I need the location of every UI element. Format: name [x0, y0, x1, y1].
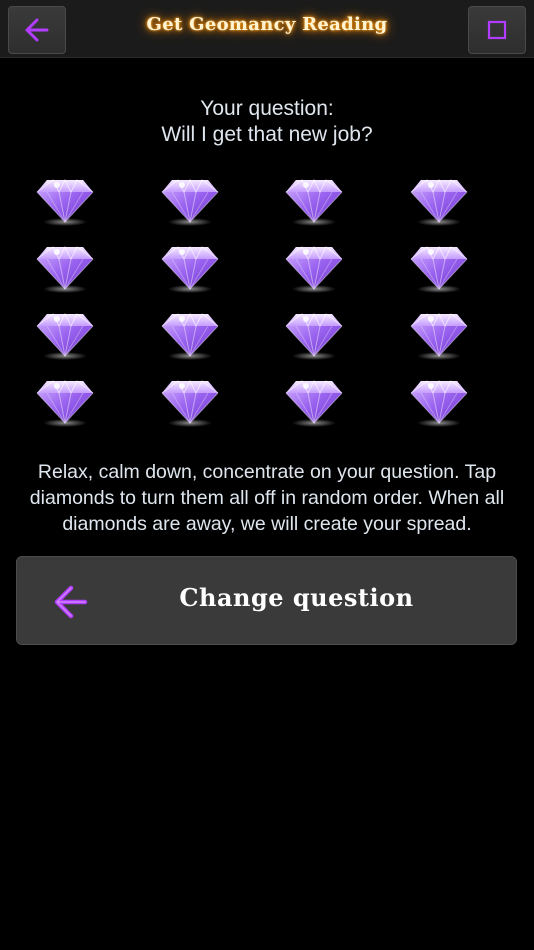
diamond-icon[interactable]: [407, 369, 471, 429]
change-question-label: Change question: [179, 583, 414, 612]
diamond-grid: [33, 168, 503, 438]
page-title: Get Geomancy Reading: [146, 14, 388, 35]
top-bar: Get Geomancy Reading: [0, 0, 534, 58]
diamond-icon[interactable]: [282, 235, 346, 295]
diamond-icon[interactable]: [407, 302, 471, 362]
diamond-icon[interactable]: [282, 302, 346, 362]
diamond-icon[interactable]: [158, 369, 222, 429]
diamond-icon[interactable]: [407, 168, 471, 228]
change-question-button[interactable]: Change question: [16, 556, 517, 645]
instructions-text: Relax, calm down, concentrate on your qu…: [29, 461, 505, 535]
diamond-icon[interactable]: [158, 235, 222, 295]
diamond-icon[interactable]: [33, 369, 97, 429]
question-label: Your question:: [200, 97, 334, 120]
diamond-icon[interactable]: [158, 302, 222, 362]
square-icon: [487, 20, 507, 40]
question-text: Will I get that new job?: [161, 123, 373, 146]
diamond-icon[interactable]: [407, 235, 471, 295]
square-button[interactable]: [468, 6, 526, 54]
diamond-icon[interactable]: [33, 235, 97, 295]
diamond-icon[interactable]: [282, 168, 346, 228]
diamond-icon[interactable]: [158, 168, 222, 228]
question-block: Your question: Will I get that new job?: [0, 96, 534, 148]
diamond-icon[interactable]: [33, 302, 97, 362]
diamond-icon[interactable]: [33, 168, 97, 228]
diamond-icon[interactable]: [282, 369, 346, 429]
